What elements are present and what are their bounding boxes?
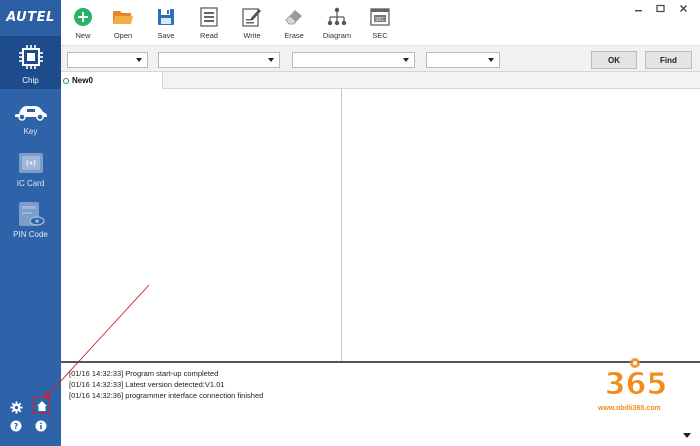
pin-code-icon [16,201,46,229]
svg-text:?: ? [14,422,19,431]
sidebar-item-pin-code[interactable]: PIN Code [0,197,61,249]
sec-button[interactable]: SEC SEC [360,6,400,44]
watermark-number: 365 [605,367,668,402]
collapse-log-icon[interactable] [683,433,691,438]
home-icon [36,400,47,411]
sidebar-item-label: Chip [22,76,39,85]
tool-label: Save [157,31,175,40]
tool-label: SEC [372,31,388,40]
ok-button[interactable]: OK [591,51,637,69]
maximize-button[interactable] [651,2,669,14]
read-icon [189,6,229,28]
tab-new0[interactable]: New0 [61,72,163,89]
help-button[interactable]: ? [9,419,23,433]
log-line: [01/16 14:32:33] Latest version detected… [69,380,225,389]
tab-bar: New0 [61,72,700,89]
tool-label: Write [243,31,261,40]
sidebar-item-label: Key [23,127,38,136]
minimize-icon [634,9,642,11]
folder-icon [103,6,143,28]
chevron-down-icon [403,58,409,62]
diagram-icon [317,6,357,28]
floppy-icon [146,6,186,28]
tool-label: Open [113,31,133,40]
erase-button[interactable]: Erase [274,6,314,44]
close-button[interactable] [674,2,692,14]
write-icon [232,6,272,28]
open-button[interactable]: Open [103,6,143,44]
diagram-button[interactable]: Diagram [317,6,357,44]
watermark-url: www.obdii365.com [598,405,661,412]
info-button[interactable] [34,419,48,433]
type-dropdown[interactable] [426,52,500,68]
tool-label: Diagram [322,31,352,40]
sidebar-item-label: IC Card [16,179,45,188]
chevron-down-icon [268,58,274,62]
model-dropdown[interactable] [158,52,280,68]
ascii-pane[interactable] [343,89,700,362]
minimize-button[interactable] [629,2,647,14]
sec-badge-text: SEC [375,17,385,23]
chip-dropdown[interactable] [292,52,415,68]
car-key-icon [13,102,49,122]
sidebar: AUTEL Chip Key IC Card PIN Code ? [0,0,61,446]
find-button[interactable]: Find [645,51,692,69]
autel-logo: AUTEL [0,0,61,34]
log-line: [01/16 14:32:33] Program start-up comple… [69,369,219,378]
info-icon [35,420,47,432]
eraser-icon [274,6,314,28]
ic-card-icon [18,152,44,174]
home-button[interactable] [33,397,50,414]
gear-icon [9,400,23,414]
sidebar-item-key[interactable]: Key [0,94,61,146]
brand-dropdown[interactable] [67,52,148,68]
log-line: [01/16 14:32:36] programmer interface co… [69,391,264,400]
maximize-icon [655,4,665,12]
hex-editor-pane[interactable] [61,89,342,362]
tab-status-icon [63,77,69,84]
sidebar-item-chip[interactable]: Chip [0,36,61,89]
sidebar-item-ic-card[interactable]: IC Card [0,146,61,198]
tool-label: New [75,31,91,40]
plus-circle-icon [63,6,103,28]
filter-bar: OK Find [61,45,700,72]
new-button[interactable]: New [63,6,103,44]
chevron-down-icon [488,58,494,62]
write-button[interactable]: Write [232,6,272,44]
tool-label: Read [200,31,218,40]
help-icon: ? [10,420,22,432]
read-button[interactable]: Read [189,6,229,44]
save-button[interactable]: Save [146,6,186,44]
settings-button[interactable] [9,400,23,414]
sec-icon: SEC [360,6,400,28]
close-icon [679,4,687,12]
sidebar-item-label: PIN Code [13,230,48,239]
app-window: AUTEL Chip Key IC Card PIN Code ? New Op… [0,0,700,446]
tab-label: New0 [72,76,93,85]
chevron-down-icon [136,58,142,62]
chip-icon [18,44,44,70]
tool-label: Erase [284,31,304,40]
main-toolbar: New Open Save Read Write Erase Diagram S… [61,0,700,45]
